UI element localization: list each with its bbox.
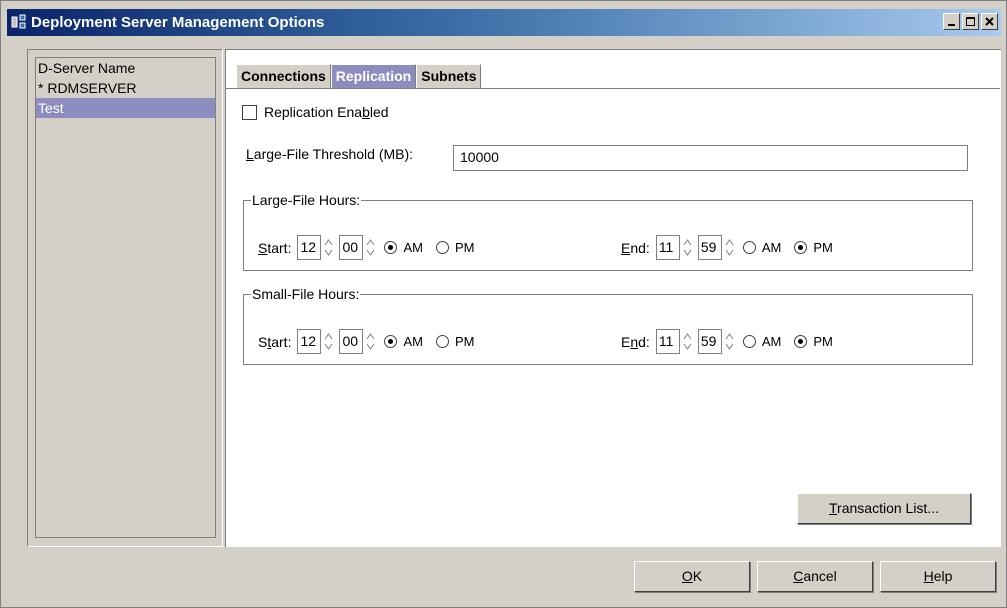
replication-enabled-checkbox[interactable] (242, 104, 257, 120)
small-file-end-hour[interactable]: 11 (655, 329, 680, 354)
small-file-end-label: End: (621, 333, 650, 350)
server-list-header: D-Server Name (38, 60, 136, 76)
small-file-start-pm-radio[interactable] (435, 335, 449, 348)
small-file-start-pm-label: PM (454, 334, 475, 349)
large-file-end-hour-spinner[interactable] (680, 235, 695, 260)
large-file-end-label: End: (621, 239, 650, 256)
spinner-arrows-icon (683, 239, 692, 256)
large-file-start-hour[interactable]: 12 (297, 235, 322, 260)
replication-enabled-row[interactable]: Replication Enabled (242, 104, 389, 120)
large-file-end-minute-spinner[interactable] (722, 235, 737, 260)
small-file-start-am-radio[interactable] (384, 335, 398, 348)
minimize-icon (948, 24, 955, 26)
small-file-end-pm-radio[interactable] (794, 335, 808, 348)
small-file-hours-group: Small-File Hours: Start: 12 00 AM PM End… (243, 286, 973, 365)
small-file-start-row: Start: 12 00 AM PM (258, 329, 484, 354)
small-file-start-minute[interactable]: 00 (339, 329, 364, 354)
tab-replication[interactable]: Replication (330, 64, 417, 88)
ok-button[interactable]: OK (634, 561, 750, 592)
tab-strip: Connections Replication Subnets (236, 64, 482, 88)
small-file-start-label: Start: (258, 333, 292, 350)
maximize-button[interactable] (962, 13, 979, 30)
large-file-threshold-input[interactable]: 10000 (453, 145, 968, 171)
spinner-arrows-icon (325, 333, 333, 350)
large-file-end-minute[interactable]: 59 (697, 235, 722, 260)
help-button[interactable]: Help (880, 561, 996, 592)
minimize-button[interactable] (943, 13, 960, 30)
large-file-start-pm-label: PM (454, 240, 475, 255)
tab-connections[interactable]: Connections (236, 64, 331, 88)
spinner-arrows-icon (683, 333, 692, 350)
spinner-arrows-icon (725, 239, 734, 256)
small-file-end-am-label: AM (761, 334, 782, 349)
close-icon (985, 17, 994, 26)
large-file-start-am-radio[interactable] (384, 241, 398, 254)
maximize-icon (966, 17, 975, 26)
server-list[interactable]: D-Server Name * RDMSERVER Test (35, 57, 216, 538)
replication-tab-content: Replication Enabled Large-File Threshold… (226, 88, 1000, 544)
large-file-end-am-radio[interactable] (742, 241, 756, 254)
small-file-end-am-radio[interactable] (742, 335, 756, 348)
spinner-arrows-icon (367, 239, 375, 256)
tab-subnets[interactable]: Subnets (416, 64, 482, 88)
transaction-list-button[interactable]: Transaction List... (797, 493, 971, 524)
small-file-end-minute[interactable]: 59 (697, 329, 722, 354)
replication-enabled-label: Replication Enabled (264, 104, 389, 120)
large-file-end-pm-label: PM (813, 240, 833, 255)
large-file-hours-legend: Large-File Hours: (251, 192, 362, 208)
threshold-label: Large-File Threshold (MB): (246, 146, 414, 162)
small-file-hours-legend: Small-File Hours: (251, 286, 361, 302)
large-file-start-minute[interactable]: 00 (339, 235, 364, 260)
spinner-arrows-icon (725, 333, 734, 350)
cancel-button[interactable]: Cancel (757, 561, 873, 592)
spinner-arrows-icon (367, 333, 375, 350)
large-file-start-am-label: AM (403, 240, 423, 255)
spinner-arrows-icon (325, 239, 333, 256)
small-file-end-minute-spinner[interactable] (722, 329, 737, 354)
large-file-start-hour-spinner[interactable] (321, 235, 336, 260)
small-file-end-pm-label: PM (813, 334, 833, 349)
large-file-end-pm-radio[interactable] (794, 241, 808, 254)
server-list-item-test[interactable]: Test (36, 98, 215, 118)
large-file-end-am-label: AM (761, 240, 782, 255)
small-file-start-am-label: AM (403, 334, 423, 349)
large-file-start-label: Start: (258, 239, 292, 256)
small-file-start-hour[interactable]: 12 (297, 329, 322, 354)
large-file-start-minute-spinner[interactable] (363, 235, 378, 260)
dialog-window: Deployment Server Management Options D-S… (0, 0, 1007, 608)
title-bar[interactable]: Deployment Server Management Options (7, 9, 1001, 36)
options-panel: Connections Replication Subnets Replicat… (225, 49, 1001, 547)
small-file-start-minute-spinner[interactable] (363, 329, 378, 354)
small-file-start-hour-spinner[interactable] (321, 329, 336, 354)
large-file-hours-group: Large-File Hours: Start: 12 00 AM PM End… (243, 192, 973, 271)
window-title: Deployment Server Management Options (31, 14, 325, 31)
small-file-end-row: End: 11 59 AM PM (621, 329, 843, 354)
large-file-start-pm-radio[interactable] (435, 241, 449, 254)
close-button[interactable] (981, 13, 998, 30)
app-icon (11, 14, 27, 30)
server-list-panel: D-Server Name * RDMSERVER Test (27, 49, 223, 547)
small-file-end-hour-spinner[interactable] (680, 329, 695, 354)
large-file-end-row: End: 11 59 AM PM (621, 235, 843, 260)
server-list-item-rdmserver[interactable]: * RDMSERVER (36, 78, 215, 98)
large-file-start-row: Start: 12 00 AM PM (258, 235, 484, 260)
large-file-end-hour[interactable]: 11 (655, 235, 680, 260)
